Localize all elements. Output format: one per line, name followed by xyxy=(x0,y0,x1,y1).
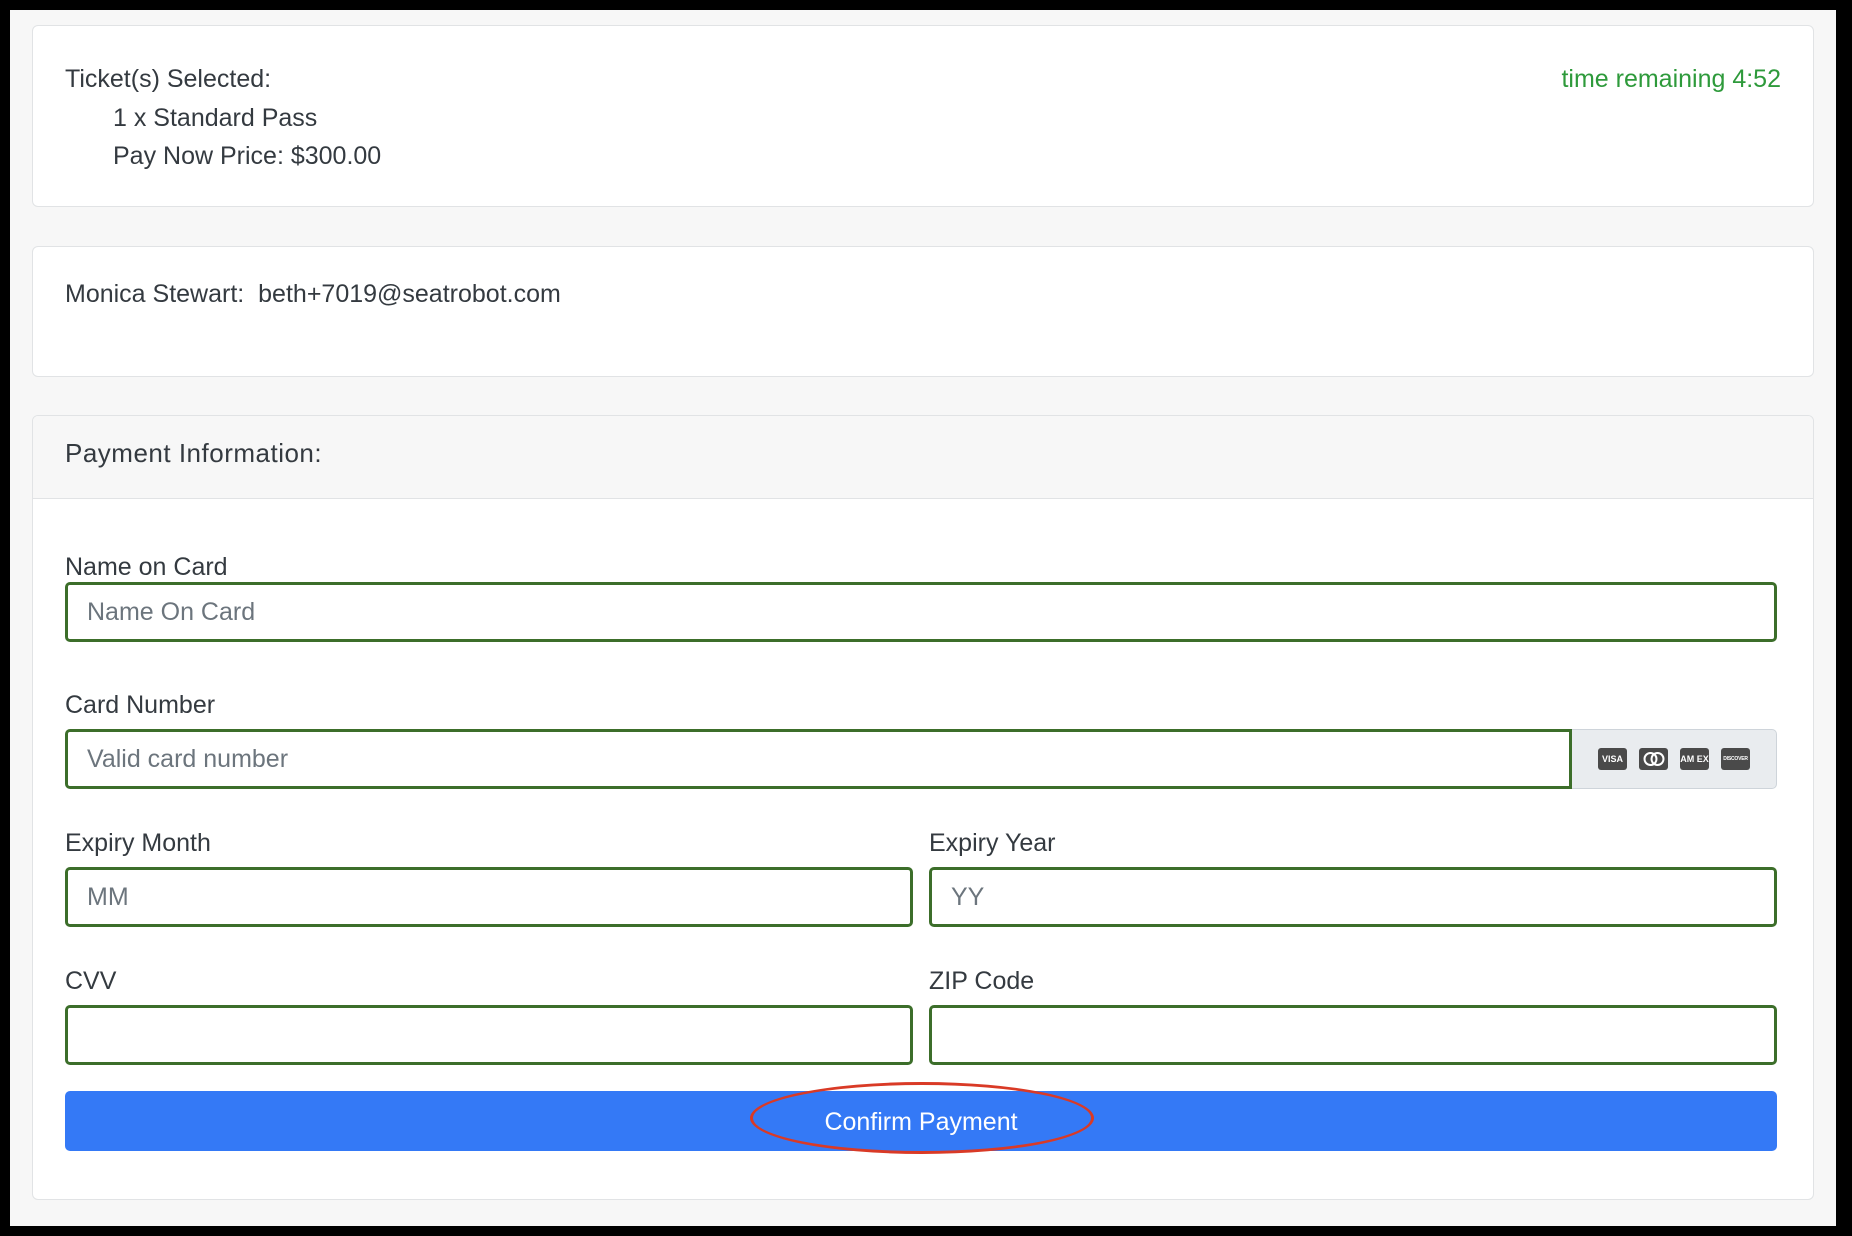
expiry-year-input[interactable] xyxy=(929,867,1777,927)
expiry-year-label: Expiry Year xyxy=(929,829,1056,857)
page-frame: Ticket(s) Selected: 1 x Standard Pass Pa… xyxy=(0,0,1852,1236)
discover-icon: DISCOVER xyxy=(1721,748,1750,770)
name-on-card-input[interactable] xyxy=(65,582,1777,642)
contact-card: Monica Stewart: beth+7019@seatrobot.com xyxy=(32,246,1814,377)
confirm-payment-label: Confirm Payment xyxy=(824,1107,1018,1136)
payment-header-title: Payment Information: xyxy=(65,438,323,468)
mastercard-icon xyxy=(1639,748,1668,770)
time-remaining: time remaining 4:52 xyxy=(1561,65,1781,93)
cvv-input[interactable] xyxy=(65,1005,913,1065)
card-number-label: Card Number xyxy=(65,691,216,719)
payment-header: Payment Information: xyxy=(33,416,1813,499)
amex-icon: AM EX xyxy=(1680,748,1709,770)
card-number-input[interactable] xyxy=(65,729,1572,789)
ticket-line: 1 x Standard Pass xyxy=(113,104,318,132)
confirm-payment-button[interactable]: Confirm Payment xyxy=(65,1091,1777,1151)
payment-card: Payment Information: Name on Card Card N… xyxy=(32,415,1814,1200)
ticket-summary-card: Ticket(s) Selected: 1 x Standard Pass Pa… xyxy=(32,25,1814,207)
expiry-month-label: Expiry Month xyxy=(65,829,211,857)
zip-code-input[interactable] xyxy=(929,1005,1777,1065)
contact-line: Monica Stewart: beth+7019@seatrobot.com xyxy=(65,282,561,307)
pay-now-price: Pay Now Price: $300.00 xyxy=(113,142,382,170)
accepted-cards: VISA AM EX DISCOVER xyxy=(1572,729,1777,789)
visa-icon: VISA xyxy=(1598,748,1627,770)
cvv-label: CVV xyxy=(65,967,117,995)
tickets-heading: Ticket(s) Selected: xyxy=(65,65,272,93)
contact-email: beth+7019@seatrobot.com xyxy=(258,280,561,308)
contact-name: Monica Stewart: xyxy=(65,280,245,308)
zip-code-label: ZIP Code xyxy=(929,967,1035,995)
name-on-card-label: Name on Card xyxy=(65,553,228,581)
expiry-month-input[interactable] xyxy=(65,867,913,927)
